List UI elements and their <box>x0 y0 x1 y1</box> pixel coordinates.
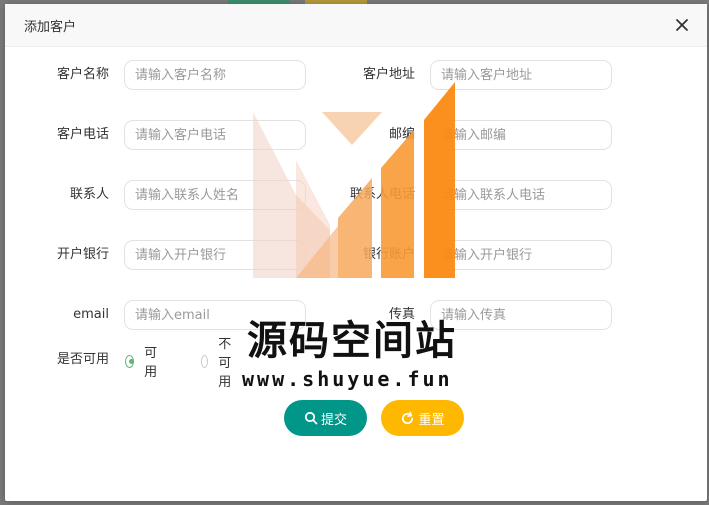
radio-available-label: 可用 <box>144 346 158 380</box>
fax-input[interactable] <box>430 300 612 330</box>
fax-label: 传真 <box>388 307 415 322</box>
postcode-label: 邮编 <box>388 127 415 142</box>
postcode-input[interactable] <box>430 120 612 150</box>
customer-address-input[interactable] <box>430 60 612 90</box>
bank-account-label: 银行账户 <box>362 247 415 262</box>
refresh-icon <box>400 411 415 426</box>
submit-button[interactable]: 提交 <box>284 400 367 436</box>
bank-input[interactable] <box>124 240 306 270</box>
contact-phone-input[interactable] <box>430 180 612 210</box>
close-button[interactable] <box>671 14 693 36</box>
reset-button[interactable]: 重置 <box>381 400 464 436</box>
dialog-title: 添加客户 <box>24 20 77 35</box>
radio-checked-icon <box>125 354 135 368</box>
customer-address-label: 客户地址 <box>362 67 415 82</box>
bank-account-input[interactable] <box>430 240 612 270</box>
submit-button-label: 提交 <box>320 412 347 428</box>
customer-name-label: 客户名称 <box>56 67 109 82</box>
dialog-header: 添加客户 <box>5 4 707 47</box>
customer-phone-label: 客户电话 <box>56 127 109 142</box>
bank-label: 开户银行 <box>56 247 109 262</box>
radio-unavailable-label: 不可用 <box>218 336 232 390</box>
contact-phone-label: 联系人电话 <box>349 187 415 202</box>
search-icon <box>304 411 318 425</box>
email-input[interactable] <box>124 300 306 330</box>
contact-name-input[interactable] <box>124 180 306 210</box>
customer-name-input[interactable] <box>124 60 306 90</box>
add-customer-dialog: 添加客户 客户名称 客户地址 客户电话 邮编 联系人 联系人电话 开户银行 银行… <box>5 4 707 501</box>
radio-unavailable[interactable]: 不可用 <box>201 337 237 390</box>
customer-phone-input[interactable] <box>124 120 306 150</box>
radio-unchecked-icon <box>201 354 209 368</box>
radio-available[interactable]: 可用 <box>125 346 161 380</box>
contact-name-label: 联系人 <box>69 187 109 202</box>
reset-button-label: 重置 <box>418 412 445 428</box>
email-label: email <box>73 307 109 322</box>
available-label: 是否可用 <box>56 352 109 367</box>
close-icon <box>676 19 688 31</box>
